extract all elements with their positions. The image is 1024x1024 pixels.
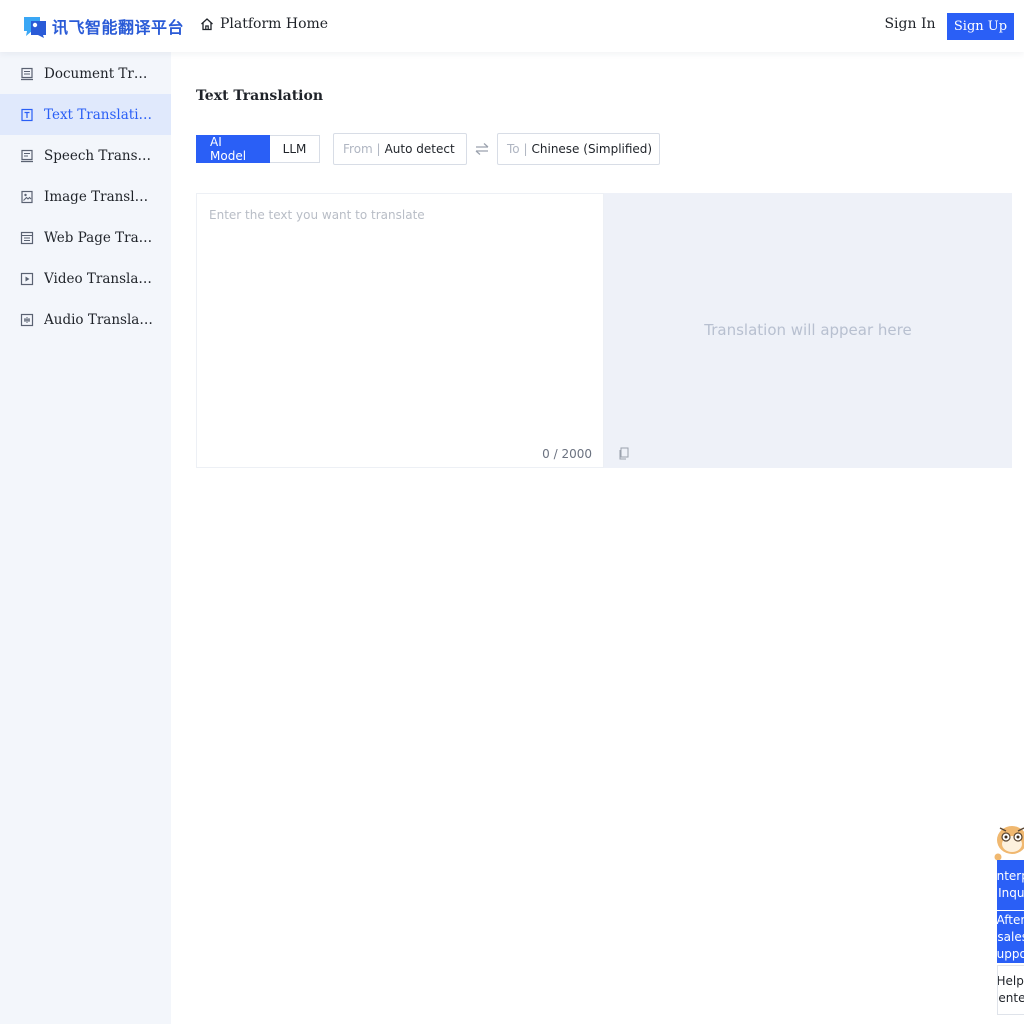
sidebar-item-label: Video Translation: [44, 270, 154, 287]
swap-languages-icon[interactable]: [474, 141, 490, 157]
model-toggle: AI Model LLM: [196, 135, 320, 163]
page-title: Text Translation: [196, 88, 324, 104]
copy-icon[interactable]: [618, 447, 630, 460]
platform-home-label: Platform Home: [220, 16, 329, 32]
logo-text: 讯飞智能翻译平台: [52, 18, 185, 37]
llm-tab[interactable]: LLM: [270, 135, 320, 163]
from-prefix: From |: [343, 142, 381, 156]
enterprise-inquiry-button[interactable]: Enterprise Inquiry: [997, 860, 1024, 910]
source-text-panel: 0 / 2000: [196, 193, 604, 468]
webpage-icon: [20, 231, 34, 244]
document-icon: [21, 67, 33, 80]
after-sales-label: After-sales Support: [997, 912, 1024, 961]
sidebar-item-webpage-translation[interactable]: Web Page Translation: [0, 217, 171, 258]
translation-output-panel: Translation will appear here: [604, 193, 1012, 468]
character-counter: 0 / 2000: [542, 447, 592, 461]
source-language-value: Auto detect: [384, 142, 455, 156]
target-language-value: Chinese (Simplified): [531, 142, 653, 156]
sidebar-item-text-translation[interactable]: Text Translation: [0, 94, 171, 135]
help-center-label: Help Center: [997, 974, 1024, 1005]
sign-up-button[interactable]: Sign Up: [947, 13, 1014, 40]
translation-placeholder: Translation will appear here: [704, 321, 912, 339]
target-language-select[interactable]: To | Chinese (Simplified): [497, 133, 660, 165]
after-sales-support-button[interactable]: After-sales Support: [997, 911, 1024, 963]
sidebar-item-label: Audio Translation: [44, 311, 154, 328]
source-language-select[interactable]: From | Auto detect: [333, 133, 467, 165]
sidebar-item-speech-translation[interactable]: Speech Translation: [0, 135, 171, 176]
sidebar-item-label: Document Translation: [44, 65, 154, 82]
sign-in-link[interactable]: Sign In: [880, 16, 940, 32]
to-prefix: To |: [507, 142, 528, 156]
sidebar-item-audio-translation[interactable]: Audio Translation: [0, 299, 171, 340]
sidebar-item-video-translation[interactable]: Video Translation: [0, 258, 171, 299]
image-icon: [21, 190, 33, 203]
sidebar-item-label: Speech Translation: [44, 147, 154, 164]
video-icon: [20, 272, 34, 285]
mascot-icon: [994, 826, 1024, 861]
enterprise-inquiry-label: Enterprise Inquiry: [997, 869, 1024, 900]
source-text-input[interactable]: [209, 208, 589, 438]
sidebar: Document Translation Text Translation Sp…: [0, 52, 171, 1024]
logo[interactable]: 讯飞智能翻译平台: [22, 12, 184, 40]
top-header: 讯飞智能翻译平台 Platform Home Sign In Sign Up: [0, 0, 1024, 52]
audio-icon: [20, 313, 34, 326]
logo-icon: [24, 17, 46, 38]
sidebar-item-label: Web Page Translation: [44, 229, 154, 246]
sidebar-item-label: Image Translation: [44, 188, 154, 205]
help-center-button[interactable]: Help Center: [997, 965, 1024, 1015]
sidebar-item-image-translation[interactable]: Image Translation: [0, 176, 171, 217]
text-icon: [21, 108, 33, 121]
sidebar-item-document-translation[interactable]: Document Translation: [0, 53, 171, 94]
sidebar-item-label: Text Translation: [44, 106, 154, 123]
speech-icon: [21, 149, 33, 162]
platform-home-link[interactable]: Platform Home: [200, 16, 328, 32]
home-icon: [201, 18, 213, 31]
ai-model-tab[interactable]: AI Model: [196, 135, 270, 163]
